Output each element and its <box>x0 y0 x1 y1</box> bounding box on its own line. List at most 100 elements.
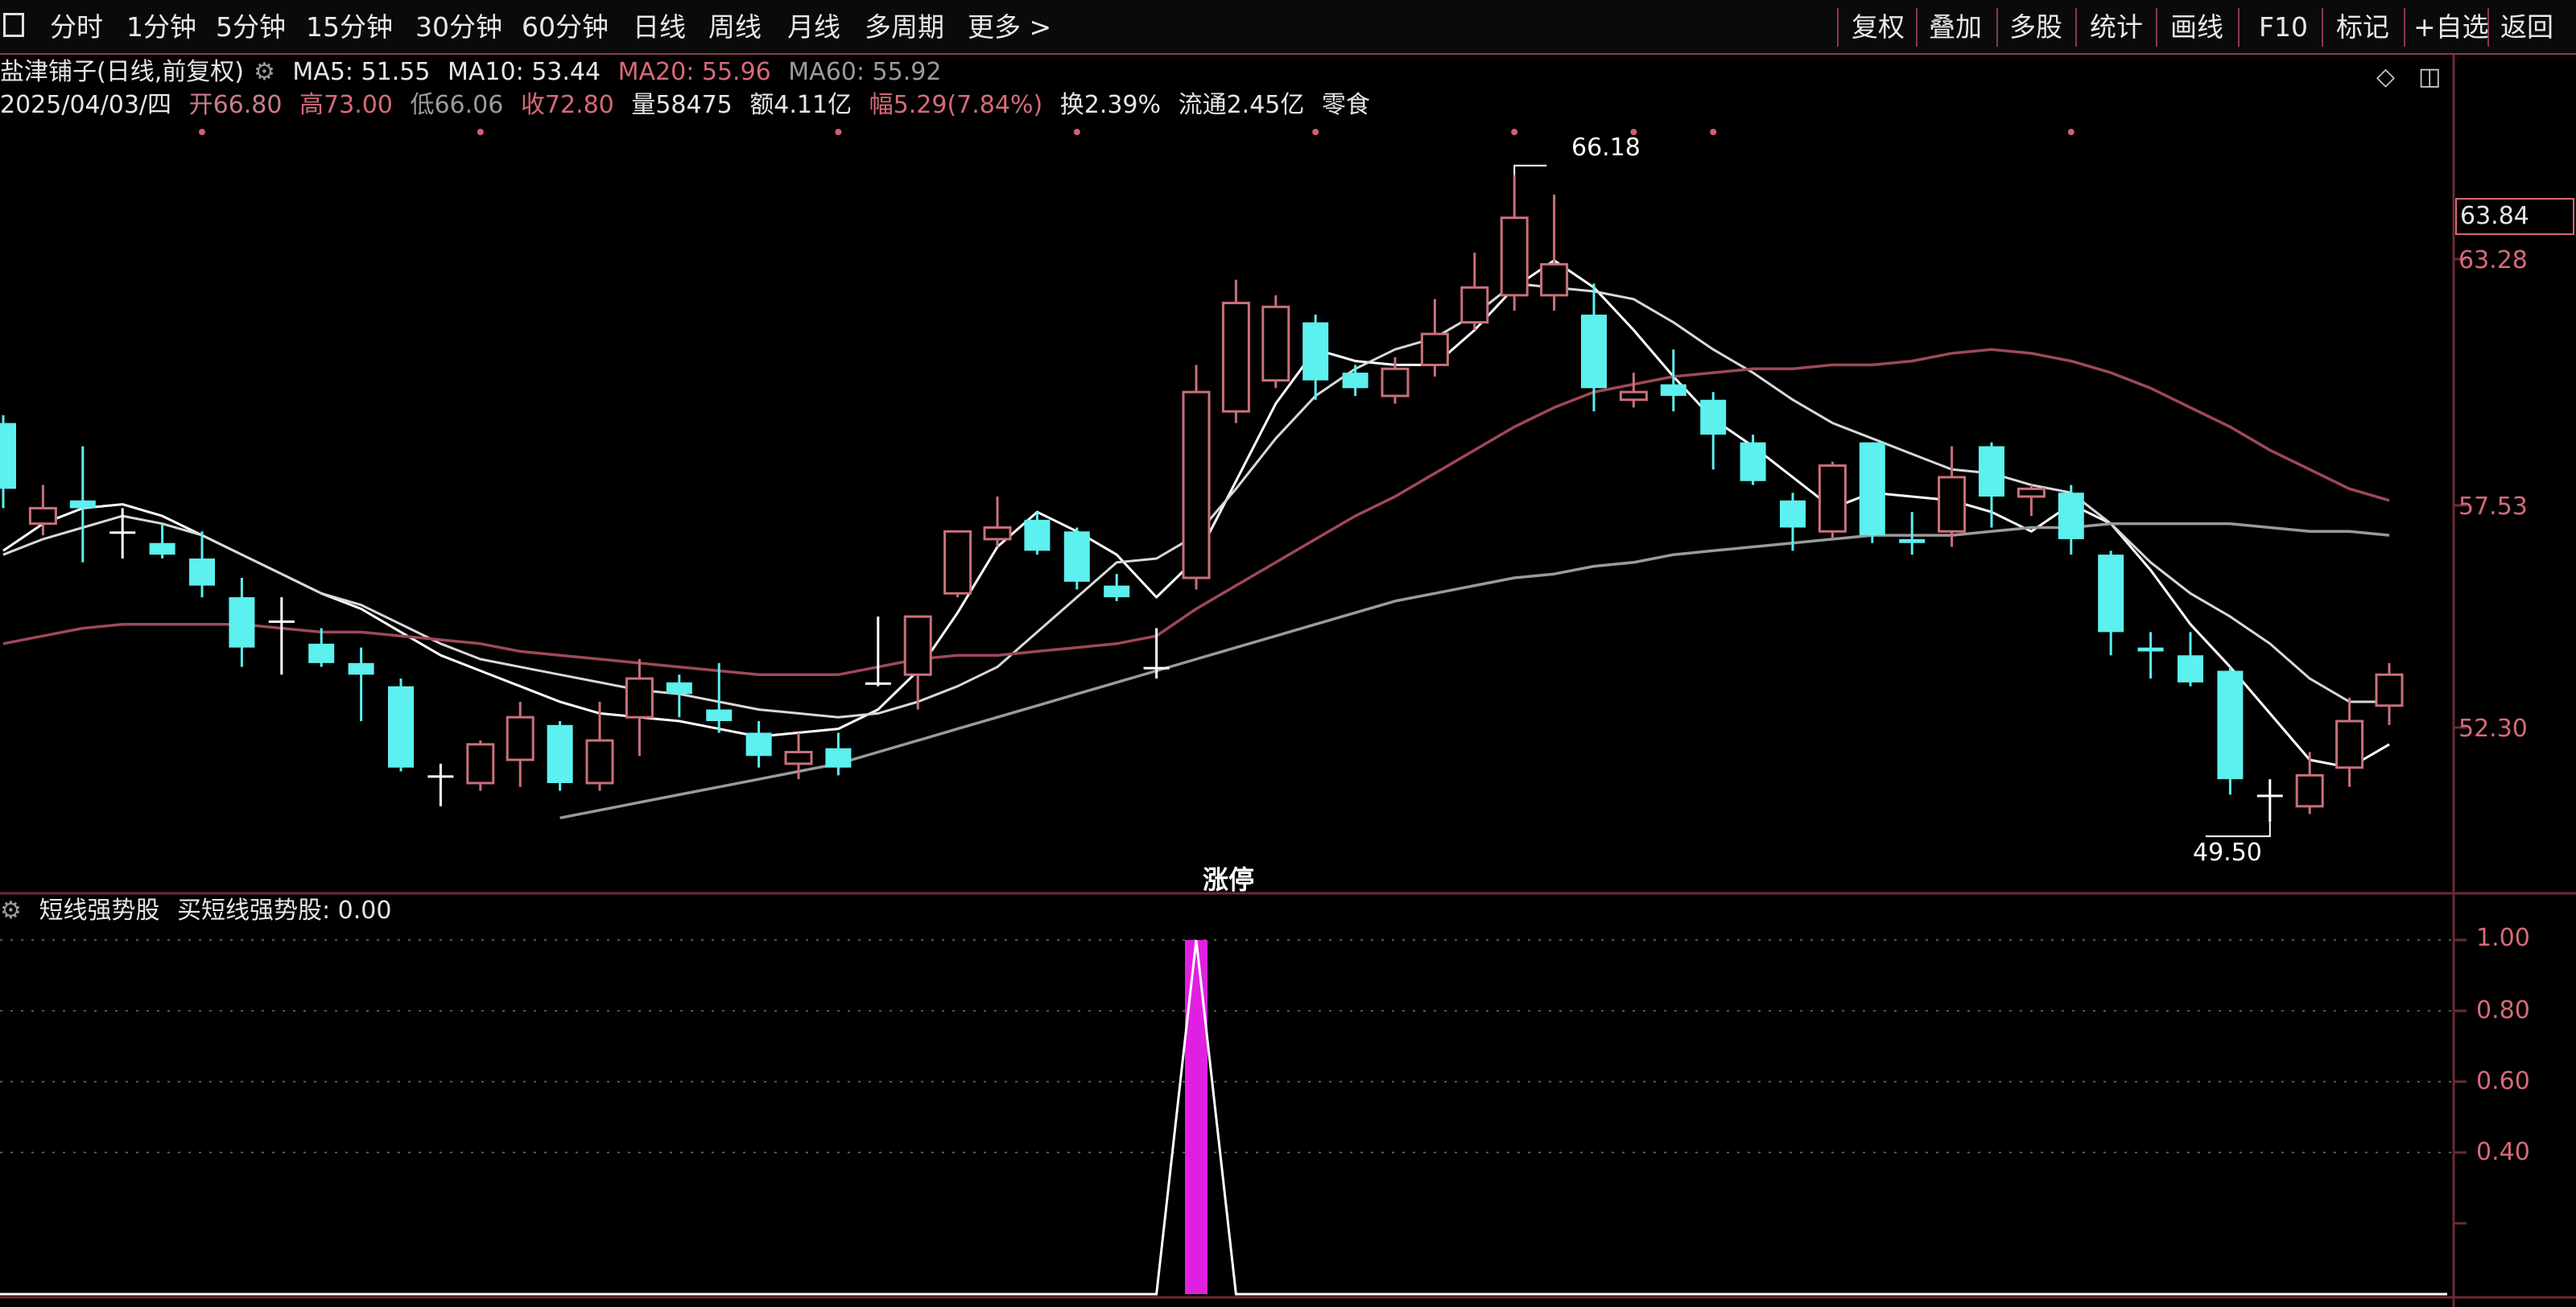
candle <box>547 721 573 791</box>
tab-monthly[interactable]: 月线 <box>787 6 840 48</box>
window-toggle-icon[interactable] <box>3 13 24 37</box>
low-value: 低66.06 <box>410 91 504 119</box>
indicator-tick-label: 0.60 <box>2476 1067 2530 1095</box>
candle-body <box>1780 500 1806 528</box>
indicator-value: 买短线强势股: 0.00 <box>177 897 392 925</box>
candle <box>1182 365 1211 590</box>
candle-body <box>2178 655 2203 682</box>
candle <box>1063 527 1090 590</box>
candle-body <box>1740 442 1766 481</box>
candle-body <box>69 500 96 509</box>
back-button[interactable]: 返回 <box>2500 6 2553 48</box>
candle-body <box>666 682 692 695</box>
statistics-button[interactable]: 统计 <box>2090 6 2143 48</box>
candle-body <box>2217 670 2244 780</box>
candle-body <box>427 775 454 778</box>
candle <box>388 678 414 772</box>
industry-value: 零食 <box>1321 91 1370 119</box>
tab-15min[interactable]: 15分钟 <box>306 6 393 48</box>
tab-more[interactable]: 更多 > <box>968 6 1051 48</box>
tab-1min[interactable]: 1分钟 <box>126 6 196 48</box>
add-watchlist-button[interactable]: +自选 <box>2413 6 2489 48</box>
indicator-info-line: ⚙ 短线强势股 买短线强势股: 0.00 <box>0 895 401 927</box>
top-dot-marker <box>2067 129 2074 135</box>
toolbar-divider <box>2322 8 2323 47</box>
multi-stock-button[interactable]: 多股 <box>2009 6 2062 48</box>
f10-button[interactable]: F10 <box>2259 6 2308 48</box>
signal-bar <box>1185 940 1208 1294</box>
top-dot-marker <box>1511 129 1518 135</box>
draw-line-button[interactable]: 画线 <box>2170 6 2223 48</box>
top-dot-marker <box>835 129 842 135</box>
tab-intraday[interactable]: 分时 <box>50 6 103 48</box>
candle-body <box>1660 384 1686 396</box>
low-price-marker: 49.50 <box>2193 839 2262 867</box>
restore-rights-button[interactable]: 复权 <box>1852 6 1905 48</box>
tab-60min[interactable]: 60分钟 <box>522 6 609 48</box>
candle-body <box>1104 585 1130 598</box>
candle-body <box>2098 555 2124 633</box>
current-price-tag: 63.84 <box>2455 198 2574 235</box>
candle-body <box>1700 399 1727 435</box>
indicator-tick-label: 1.00 <box>2476 924 2530 952</box>
candle-body <box>1859 442 1885 536</box>
mark-button[interactable]: 标记 <box>2336 6 2389 48</box>
ma5-value: MA5: 51.55 <box>292 58 431 86</box>
tab-5min[interactable]: 5分钟 <box>216 6 286 48</box>
quote-info-line: 2025/04/03/四 开66.80 高73.00 低66.06 收72.80… <box>0 89 1380 122</box>
candle-body <box>983 526 1012 541</box>
ma20-value: MA20: 55.96 <box>617 58 771 86</box>
candle-body <box>943 530 972 595</box>
candle-body <box>1381 367 1410 398</box>
candle-body <box>1540 262 1569 297</box>
candle <box>1859 442 1885 543</box>
candle-body <box>865 682 891 685</box>
candle-body <box>1420 332 1449 366</box>
candle <box>943 530 972 598</box>
candle-body <box>1460 286 1489 324</box>
tab-daily[interactable]: 日线 <box>633 6 686 48</box>
close-value: 收72.80 <box>520 91 614 119</box>
tab-weekly[interactable]: 周线 <box>708 6 762 48</box>
tab-30min[interactable]: 30分钟 <box>415 6 502 48</box>
high-price-marker: 66.18 <box>1571 134 1641 162</box>
candle-body <box>2295 773 2324 808</box>
candle-body <box>28 506 57 526</box>
top-dot-marker <box>1312 129 1319 135</box>
candle-body <box>1581 314 1607 389</box>
candle-body <box>706 709 733 722</box>
panel-toggle-icon[interactable]: ◫ <box>2418 63 2441 91</box>
date-value: 2025/04/03/四 <box>0 91 172 119</box>
overlay-button[interactable]: 叠加 <box>1929 6 1982 48</box>
candle-body <box>189 558 215 586</box>
indicator-settings-icon[interactable]: ⚙ <box>0 897 22 925</box>
candle-body <box>109 531 136 534</box>
candle-body <box>1302 322 1329 381</box>
high-value: 高73.00 <box>299 91 393 119</box>
candle-body <box>2375 673 2404 707</box>
candle-body <box>1938 476 1967 533</box>
indicator-title: 短线强势股 <box>39 897 160 925</box>
candle-body <box>2137 647 2164 652</box>
indicator-tick-label: 0.40 <box>2476 1138 2530 1166</box>
candle-body <box>1500 216 1529 297</box>
tab-multi-period[interactable]: 多周期 <box>865 6 944 48</box>
period-toolbar: 分时 1分钟 5分钟 15分钟 30分钟 60分钟 日线 周线 月线 多周期 更… <box>0 0 2576 55</box>
price-tick-label: 63.28 <box>2458 246 2528 274</box>
candle-body <box>268 620 295 623</box>
candle-body <box>547 724 573 783</box>
candle-body <box>1818 464 1847 533</box>
price-tick-label: 52.30 <box>2458 715 2528 743</box>
candle-body <box>149 542 175 555</box>
ma-info-line: 盐津铺子(日线,前复权) ⚙ MA5: 51.55 MA10: 53.44 MA2… <box>0 56 951 89</box>
candle-body <box>1261 305 1290 382</box>
settings-gear-icon[interactable]: ⚙ <box>254 58 275 86</box>
diamond-icon[interactable]: ◇ <box>2376 63 2395 91</box>
candle-body <box>1221 301 1250 413</box>
candle-body <box>1182 390 1211 579</box>
ma60-value: MA60: 55.92 <box>788 58 942 86</box>
candle-body <box>0 423 16 489</box>
candle-body <box>2058 493 2084 539</box>
candle-body <box>348 662 374 675</box>
toolbar-divider <box>2487 8 2489 47</box>
